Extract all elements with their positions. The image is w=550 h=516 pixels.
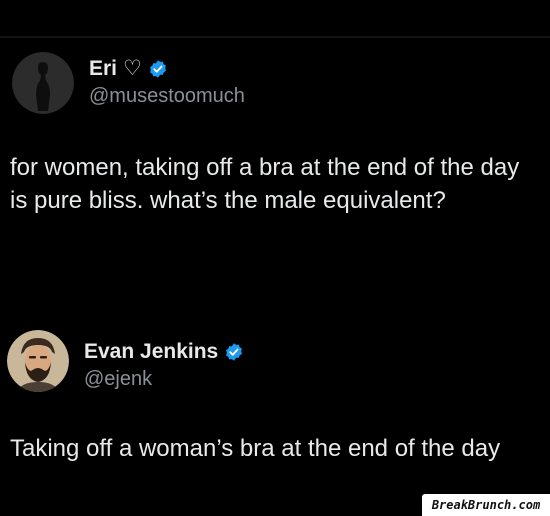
eri-name-row: Eri ♡ [89,56,168,81]
heart-symbol: ♡ [123,57,142,80]
eri-avatar[interactable] [12,52,74,114]
watermark-text: BreakBrunch.com [431,498,541,512]
watermark-badge: BreakBrunch.com [422,494,550,516]
tweet-text: for women, taking off a bra at the end o… [10,154,520,214]
evan-display-name[interactable]: Evan Jenkins [84,340,218,364]
evan-handle[interactable]: @ejenk [84,368,152,391]
top-divider [0,36,550,38]
reply-text: Taking off a woman’s bra at the end of t… [10,435,501,462]
verified-badge-icon [148,59,168,79]
evan-name-row: Evan Jenkins [84,340,244,364]
verified-badge-icon [224,342,244,362]
evan-avatar[interactable] [7,330,69,392]
eri-display-name[interactable]: Eri [89,57,117,81]
eri-handle[interactable]: @musestoomuch [89,85,245,108]
